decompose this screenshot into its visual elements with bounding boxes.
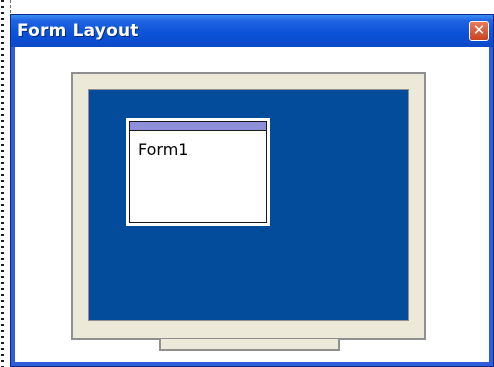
window-title: Form Layout — [17, 21, 139, 41]
monitor-stand — [159, 339, 340, 351]
close-button[interactable]: ✕ — [469, 21, 489, 41]
form-layout-window: Form Layout ✕ Form1 — [10, 14, 494, 367]
monitor-screen: Form1 — [88, 89, 409, 321]
title-bar[interactable]: Form Layout ✕ — [11, 15, 493, 47]
form1-label: Form1 — [138, 140, 189, 159]
monitor-frame: Form1 — [71, 72, 426, 340]
form1-preview-title-bar — [130, 122, 266, 131]
form1-position-preview[interactable]: Form1 — [126, 118, 270, 226]
close-icon: ✕ — [472, 21, 486, 39]
layout-client-area: Form1 — [15, 47, 489, 362]
